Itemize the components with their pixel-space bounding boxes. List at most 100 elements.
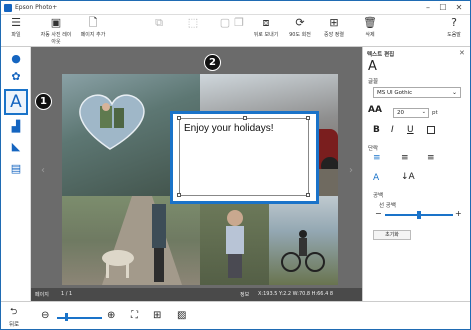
delete-button[interactable]: 🗑 삭제 <box>359 17 381 39</box>
prev-page-icon[interactable]: ‹ <box>41 165 45 176</box>
text-box-frame[interactable]: Enjoy your holidays! <box>177 116 310 197</box>
rotate-icon: ⟳ <box>295 16 305 29</box>
person-icon[interactable]: ● <box>7 51 25 67</box>
zoom-thumb[interactable] <box>65 313 68 321</box>
disabled-tool-4[interactable]: ❐ <box>229 17 249 31</box>
font-label: 글꼴 <box>368 79 379 85</box>
back-arrow-icon[interactable]: ⮌ <box>10 304 17 320</box>
spacing-decrease-icon[interactable]: − <box>375 209 382 218</box>
help-button[interactable]: ? 도움말 <box>441 16 467 39</box>
crop-icon: ⬚ <box>187 16 199 29</box>
help-label: 도움말 <box>447 32 461 38</box>
font-size-input[interactable]: 20 ⌄ <box>393 108 429 118</box>
font-size-unit: pt <box>432 110 438 116</box>
layout-icon: ⧉ <box>155 16 163 29</box>
app-icon <box>4 4 12 12</box>
callout-1: 1 <box>35 93 52 110</box>
add-page-button[interactable]: 🗋 페이지 추가 <box>75 16 111 39</box>
line-spacing-label: 선 공백 <box>379 203 396 209</box>
image-icon[interactable]: ▨ <box>177 310 186 321</box>
dog-walk-graphic <box>102 196 182 285</box>
align-right-icon[interactable]: ≡ <box>427 153 435 163</box>
font-size-value: 20 <box>397 110 404 116</box>
menu-icon: ☰ <box>11 16 21 29</box>
align-left-icon[interactable]: ≡ <box>373 153 381 163</box>
zoom-out-icon[interactable]: ⊖ <box>41 310 49 321</box>
italic-button[interactable]: I <box>391 125 394 135</box>
slider-thumb[interactable] <box>417 211 421 219</box>
flower-stamp-icon[interactable]: ✿ <box>7 69 25 85</box>
add-page-icon: 🗋 <box>88 16 98 29</box>
panel-title: 텍스트 편집 <box>367 52 395 58</box>
send-back-icon: ⧈ <box>262 16 270 29</box>
properties-panel: 텍스트 편집 ✕ A 글꼴 MS UI Gothic ⌄ AA 20 ⌄ pt … <box>362 47 470 301</box>
center-align-button[interactable]: ⊞ 중앙 정렬 <box>319 16 349 39</box>
text-style-icon: A <box>368 59 377 74</box>
vertical-text-icon[interactable]: ↓A <box>401 172 415 182</box>
frame-tool-icon[interactable]: ▟ <box>7 119 25 135</box>
auto-photo-label: 자동 사진 레이아웃 <box>40 32 72 45</box>
panel-close-icon[interactable]: ✕ <box>459 49 465 57</box>
text-tool-icon[interactable]: A <box>4 89 28 115</box>
paragraph-label: 단락 <box>368 146 379 152</box>
minimize-icon[interactable]: – <box>422 2 434 13</box>
shape-tool-icon[interactable]: ◣ <box>7 139 25 155</box>
window-title: Epson Photo+ <box>15 4 58 11</box>
rotate-label: 90도 회전 <box>289 32 311 38</box>
zoom-slider[interactable] <box>57 317 102 319</box>
send-back-button[interactable]: ⧈ 뒤로 보내기 <box>249 16 283 39</box>
grid-icon[interactable]: ⊞ <box>153 310 161 321</box>
close-icon[interactable]: ✕ <box>453 2 465 13</box>
callout-2: 2 <box>204 54 221 71</box>
file-button[interactable]: ☰ 파일 <box>5 16 27 39</box>
bold-button[interactable]: B <box>373 125 380 135</box>
font-size-icon: AA <box>368 105 382 115</box>
spacing-increase-icon[interactable]: + <box>455 209 462 218</box>
info-value: X:193.5 Y:2.2 W:70.8 H:66.4 8 <box>258 291 334 297</box>
resize-handle-tl[interactable] <box>177 116 181 120</box>
status-bar: 페이지 1 / 1 정보 X:193.5 Y:2.2 W:70.8 H:66.4… <box>31 288 362 301</box>
text-box-content[interactable]: Enjoy your holidays! <box>184 123 274 134</box>
info-label: 정보 <box>240 292 250 298</box>
text-direction-icon[interactable]: A <box>373 173 379 183</box>
child-photo-graphic <box>226 210 244 278</box>
rotate-button[interactable]: ⟳ 90도 회전 <box>285 16 315 39</box>
copy-icon: ❐ <box>234 16 244 29</box>
toolbar: ☰ 파일 ▣ 자동 사진 레이아웃 🗋 페이지 추가 ⧉ ⬚ ▢ ❐ ⧈ 뒤로 … <box>1 15 470 47</box>
color-swatch[interactable] <box>427 126 435 134</box>
next-page-icon[interactable]: › <box>349 165 353 176</box>
fit-screen-icon[interactable]: ⛶ <box>131 310 138 321</box>
cyclist-photo-graphic <box>281 230 325 272</box>
photo-child[interactable] <box>200 196 269 285</box>
canvas-workspace[interactable]: ‹ › Enjoy your holidays! 1 2 <box>31 47 362 301</box>
disabled-tool-1[interactable]: ⧉ <box>149 17 169 31</box>
selected-text-box[interactable]: Enjoy your holidays! <box>170 111 319 204</box>
font-select[interactable]: MS UI Gothic ⌄ <box>373 87 461 98</box>
photo-cyclist[interactable] <box>269 196 338 285</box>
photo-dog-walk[interactable] <box>62 196 200 285</box>
align-center-icon[interactable]: ≡ <box>401 153 409 163</box>
disabled-tool-2[interactable]: ⬚ <box>183 17 203 31</box>
resize-handle-tc[interactable] <box>243 116 247 120</box>
size-stepper-icon[interactable]: ⌄ <box>422 109 426 115</box>
font-value: MS UI Gothic <box>377 90 413 96</box>
resize-handle-tr[interactable] <box>306 116 310 120</box>
delete-label: 삭제 <box>365 32 375 38</box>
underline-button[interactable]: U <box>407 125 414 135</box>
back-label[interactable]: 뒤로 <box>9 320 19 328</box>
send-back-label: 뒤로 보내기 <box>253 32 279 38</box>
auto-photo-button[interactable]: ▣ 자동 사진 레이아웃 <box>39 17 73 46</box>
help-icon: ? <box>451 16 457 29</box>
resize-handle-bl[interactable] <box>177 193 181 197</box>
layout-tool-icon[interactable]: ▤ <box>7 161 25 177</box>
spacing-label: 공백 <box>373 193 384 199</box>
center-align-icon: ⊞ <box>329 16 339 29</box>
maximize-icon[interactable]: ☐ <box>437 2 449 13</box>
app-window: Epson Photo+ – ☐ ✕ ☰ 파일 ▣ 자동 사진 레이아웃 🗋 페… <box>0 0 471 330</box>
file-label: 파일 <box>11 32 21 38</box>
reset-button[interactable]: 초기화 <box>373 230 411 240</box>
resize-handle-br[interactable] <box>306 193 310 197</box>
bottom-bar: ⮌ 뒤로 ⊖ ⊕ ⛶ ⊞ ▨ <box>1 301 470 329</box>
layout-page[interactable]: Enjoy your holidays! <box>62 74 338 285</box>
zoom-in-icon[interactable]: ⊕ <box>107 310 115 321</box>
